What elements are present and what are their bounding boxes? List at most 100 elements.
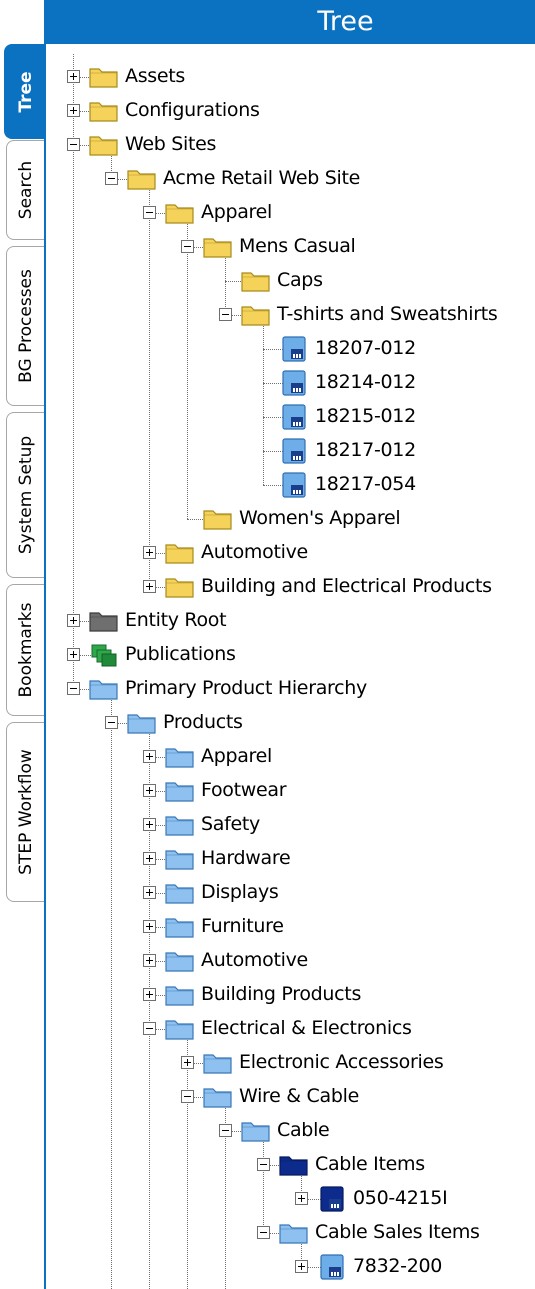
collapse-toggle[interactable] xyxy=(181,1090,194,1103)
tree-node[interactable]: Publications xyxy=(46,638,535,672)
folder-darkblue-icon xyxy=(278,1152,310,1178)
tab-system-setup[interactable]: System Setup xyxy=(6,412,44,578)
expand-toggle[interactable] xyxy=(143,886,156,899)
collapse-toggle[interactable] xyxy=(219,1124,232,1137)
tree-view: Assets Configurations Web Sites Acme Ret… xyxy=(46,44,535,1289)
tab-bookmarks[interactable]: Bookmarks xyxy=(6,584,44,716)
collapse-toggle[interactable] xyxy=(105,716,118,729)
folder-blue-icon xyxy=(240,1118,272,1144)
tree-node-label: Displays xyxy=(201,881,279,903)
expand-toggle[interactable] xyxy=(143,988,156,1001)
expand-toggle[interactable] xyxy=(67,104,80,117)
tab-search[interactable]: Search xyxy=(6,140,44,240)
expand-toggle[interactable] xyxy=(143,954,156,967)
expand-toggle[interactable] xyxy=(143,580,156,593)
folder-blue-icon xyxy=(126,710,158,736)
tree-node-label: Caps xyxy=(277,269,323,291)
tree-node[interactable]: Caps xyxy=(46,264,535,298)
tree-node[interactable]: Apparel xyxy=(46,740,535,774)
collapse-toggle[interactable] xyxy=(257,1158,270,1171)
tab-label: Tree xyxy=(15,70,36,113)
tree-node[interactable]: 18217-012 xyxy=(46,434,535,468)
tree-node[interactable]: 18215-012 xyxy=(46,400,535,434)
panel-title: Tree xyxy=(317,6,374,37)
tree-node[interactable]: 7832-200 xyxy=(46,1250,535,1284)
tree-node[interactable]: 18217-054 xyxy=(46,468,535,502)
collapse-toggle[interactable] xyxy=(219,308,232,321)
tree-node[interactable]: Cable Items xyxy=(46,1148,535,1182)
expand-toggle[interactable] xyxy=(295,1260,308,1273)
tree-node-label: Footwear xyxy=(201,779,287,801)
tree-node[interactable]: Apparel xyxy=(46,196,535,230)
tree-node[interactable]: Wire & Cable xyxy=(46,1080,535,1114)
expand-toggle[interactable] xyxy=(143,546,156,559)
tree-node[interactable]: Entity Root xyxy=(46,604,535,638)
collapse-toggle[interactable] xyxy=(143,1022,156,1035)
tree-node-label: 18217-012 xyxy=(315,439,416,461)
expand-toggle[interactable] xyxy=(143,852,156,865)
collapse-toggle[interactable] xyxy=(67,138,80,151)
tree-node[interactable]: Hardware xyxy=(46,842,535,876)
folder-yellow-icon xyxy=(88,132,120,158)
vertical-tab-strip: Tree Search BG Processes System Setup Bookma… xyxy=(0,0,46,1289)
tree-node[interactable]: Automotive xyxy=(46,944,535,978)
tree-node[interactable]: Primary Product Hierarchy xyxy=(46,672,535,706)
expand-toggle[interactable] xyxy=(67,614,80,627)
tab-step-workflow[interactable]: STEP Workflow xyxy=(6,722,44,902)
collapse-toggle[interactable] xyxy=(67,682,80,695)
tree-node-label: Hardware xyxy=(201,847,291,869)
expand-toggle[interactable] xyxy=(143,818,156,831)
tree-node[interactable]: Electronic Accessories xyxy=(46,1046,535,1080)
tree-node-label: Assets xyxy=(125,65,186,87)
folder-blue-icon xyxy=(278,1220,310,1246)
tree-node-label: Primary Product Hierarchy xyxy=(125,677,367,699)
tab-label: Search xyxy=(15,160,36,220)
tree-node[interactable]: 18214-012 xyxy=(46,366,535,400)
tree-node[interactable]: Assets xyxy=(46,60,535,94)
expand-toggle[interactable] xyxy=(67,648,80,661)
tree-node[interactable]: Configurations xyxy=(46,94,535,128)
expand-toggle[interactable] xyxy=(295,1192,308,1205)
tree-node[interactable]: Cable Sales Items xyxy=(46,1216,535,1250)
folder-blue-icon xyxy=(88,676,120,702)
tree-node[interactable]: Mens Casual xyxy=(46,230,535,264)
folder-blue-icon xyxy=(164,1016,196,1042)
tab-bg-processes[interactable]: BG Processes xyxy=(6,246,44,406)
expand-toggle[interactable] xyxy=(181,1056,194,1069)
tree-node[interactable]: Electrical & Electronics xyxy=(46,1012,535,1046)
tree-node-label: 050-4215I xyxy=(353,1187,448,1209)
tree-node[interactable]: Women's Apparel xyxy=(46,502,535,536)
folder-gray-icon xyxy=(88,608,120,634)
tree-node[interactable]: 050-4215I xyxy=(46,1182,535,1216)
tree-node[interactable]: Automotive xyxy=(46,536,535,570)
tree-node-label: Furniture xyxy=(201,915,284,937)
tree-node[interactable]: Furniture xyxy=(46,910,535,944)
tree-node[interactable]: 18207-012 xyxy=(46,332,535,366)
expand-toggle[interactable] xyxy=(143,784,156,797)
tree-node-label: Cable xyxy=(277,1119,330,1141)
folder-yellow-icon xyxy=(164,540,196,566)
tree-node[interactable]: Building and Electrical Products xyxy=(46,570,535,604)
tree-node-label: 18217-054 xyxy=(315,473,416,495)
expand-toggle[interactable] xyxy=(67,70,80,83)
tab-tree[interactable]: Tree xyxy=(4,44,46,139)
expand-toggle[interactable] xyxy=(143,750,156,763)
tree-node[interactable]: Building Products xyxy=(46,978,535,1012)
collapse-toggle[interactable] xyxy=(257,1226,270,1239)
tree-node-label: Web Sites xyxy=(125,133,217,155)
tree-node[interactable]: T-shirts and Sweatshirts xyxy=(46,298,535,332)
collapse-toggle[interactable] xyxy=(105,172,118,185)
tree-node[interactable]: Footwear xyxy=(46,774,535,808)
tree-node[interactable]: Acme Retail Web Site xyxy=(46,162,535,196)
tree-node-label: Publications xyxy=(125,643,236,665)
tree-node[interactable]: Web Sites xyxy=(46,128,535,162)
tree-node[interactable]: Cable xyxy=(46,1114,535,1148)
tree-node[interactable]: Displays xyxy=(46,876,535,910)
collapse-toggle[interactable] xyxy=(143,206,156,219)
tree-node[interactable]: Safety xyxy=(46,808,535,842)
collapse-toggle[interactable] xyxy=(181,240,194,253)
tree-node-label: Building and Electrical Products xyxy=(201,575,492,597)
tree-node-label: Automotive xyxy=(201,949,308,971)
tree-node[interactable]: Products xyxy=(46,706,535,740)
expand-toggle[interactable] xyxy=(143,920,156,933)
